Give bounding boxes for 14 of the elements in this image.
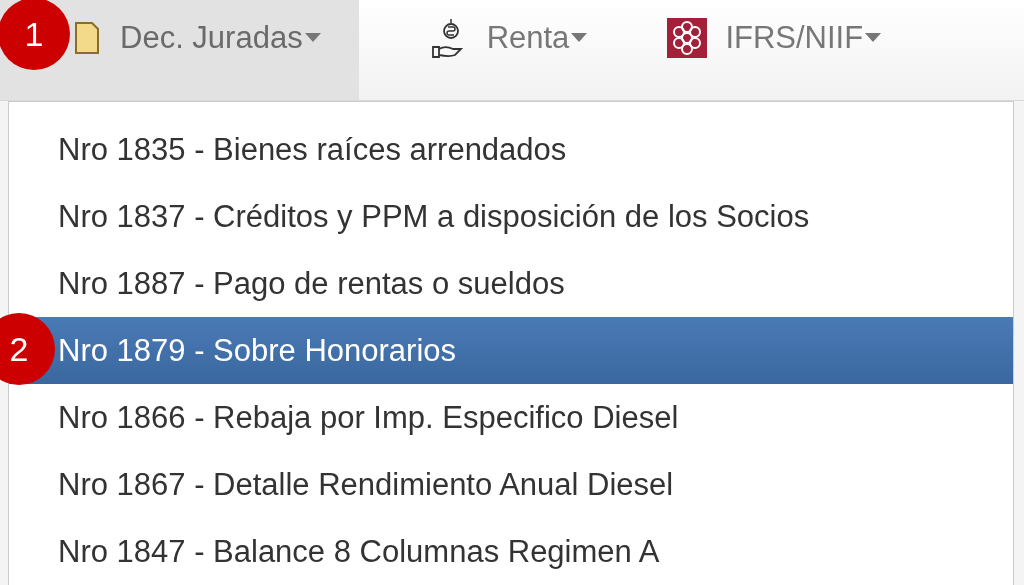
dropdown-item[interactable]: Nro 1837 - Créditos y PPM a disposición de los Socios [9,183,1013,250]
menu-tab[interactable]: IFRS/NIIF [667,0,882,100]
callout-badge: 1 [0,0,70,70]
caret-icon [304,33,321,43]
dropdown-item[interactable]: Nro 1867 - Detalle Rendimiento Anual Diesel [9,451,1013,518]
dropdown-item[interactable]: Nro 1835 - Bienes raíces arrendados [9,116,1013,183]
caret-icon [571,33,588,43]
dropdown-item[interactable]: Nro 1847 - Balance 8 Columnas Regimen A [9,518,1013,585]
caret-icon [865,33,882,43]
dropdown-item[interactable]: Nro 1866 - Rebaja por Imp. Especifico Diesel [9,384,1013,451]
menu-tab[interactable]: Renta [430,0,588,100]
document-icon [72,19,102,57]
menu-tab[interactable]: Dec. Juradas [72,0,321,100]
flower-emblem-icon [667,18,708,58]
